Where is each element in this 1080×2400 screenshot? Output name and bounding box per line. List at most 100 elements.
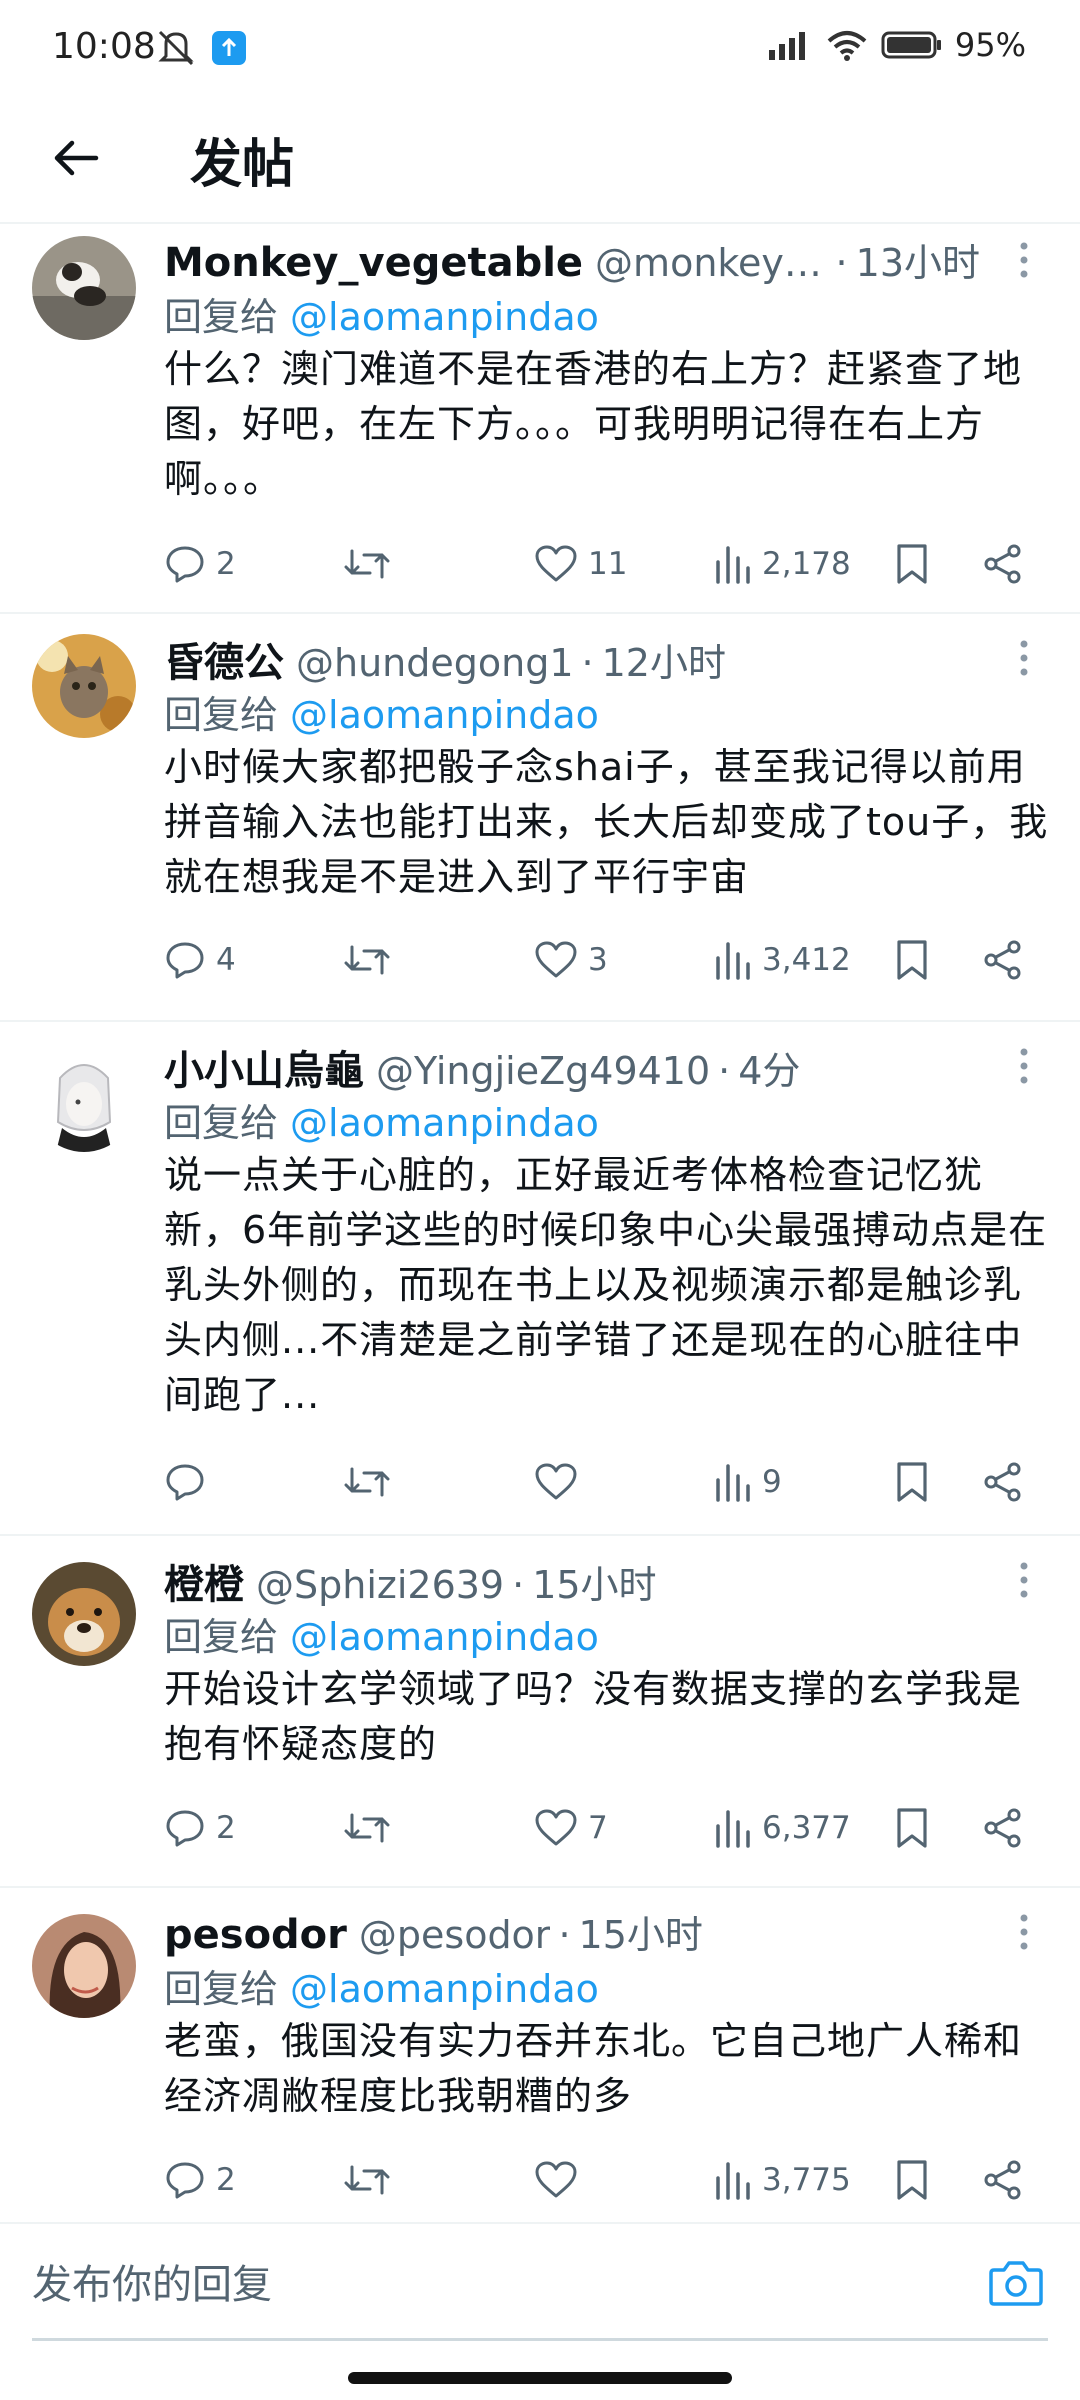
heart-icon: [535, 2161, 577, 2198]
input-underline: [32, 2338, 1048, 2341]
analytics-icon: [716, 2162, 750, 2200]
user-handle[interactable]: @hundegong1: [296, 641, 574, 685]
heart-icon: [535, 1809, 577, 1846]
analytics-icon: [716, 1810, 750, 1848]
avatar[interactable]: [32, 1562, 136, 1666]
like-button[interactable]: [534, 1452, 588, 1512]
post-time: 15小时: [532, 1563, 657, 1607]
reply-post[interactable]: Monkey_vegetable @monkey65... · 13小时 回复给…: [0, 224, 1080, 614]
reply-button[interactable]: 2: [164, 534, 236, 594]
reply-composer[interactable]: 发布你的回复: [0, 2222, 1080, 2342]
replying-to: 回复给 @laomanpindao: [164, 1606, 599, 1661]
reply-icon: [166, 1464, 204, 1501]
user-handle[interactable]: @pesodor: [359, 1913, 551, 1957]
reply-post[interactable]: pesodor @pesodor · 15小时 回复给 @laomanpindao…: [0, 1888, 1080, 2228]
views-button[interactable]: 3,775: [712, 2150, 851, 2210]
bookmark-icon: [897, 940, 927, 980]
bookmark-button[interactable]: [894, 534, 930, 594]
avatar[interactable]: [32, 1048, 136, 1152]
heart-icon: [535, 941, 577, 978]
reply-count: 4: [216, 942, 236, 978]
user-handle[interactable]: @monkey65...: [595, 241, 828, 285]
post-text: 什么？澳门难道不是在香港的右上方？赶紧查了地图，好吧，在左下方。。。可我明明记得…: [164, 347, 1023, 501]
reply-button[interactable]: 4: [164, 930, 236, 990]
wifi-icon: [827, 31, 867, 61]
reply-post[interactable]: 昏德公 @hundegong1 · 12小时 回复给 @laomanpindao …: [0, 614, 1080, 1022]
share-button[interactable]: [982, 930, 1024, 990]
post-actions: 9: [164, 1452, 1044, 1512]
more-options-button[interactable]: [1004, 1038, 1044, 1094]
more-options-button[interactable]: [1004, 232, 1044, 288]
post-text: 说一点关于心脏的，正好最近考体格检查记忆犹新，6年前学这些的时候印象中心尖最强搏…: [164, 1153, 1048, 1417]
avatar[interactable]: [32, 634, 136, 738]
like-count: 3: [588, 942, 608, 978]
bookmark-button[interactable]: [894, 930, 930, 990]
status-right-cluster: 95%: [767, 26, 1026, 64]
retweet-button[interactable]: [344, 930, 400, 990]
display-name[interactable]: 橙橙: [164, 1552, 244, 1608]
reply-post[interactable]: 橙橙 @Sphizi2639 · 15小时 回复给 @laomanpindao 开…: [0, 1536, 1080, 1888]
bookmark-icon: [897, 2160, 927, 2200]
retweet-button[interactable]: [344, 1798, 400, 1858]
like-button[interactable]: 3: [534, 930, 608, 990]
back-button[interactable]: [44, 126, 108, 190]
more-vertical-icon: [1020, 1914, 1028, 1950]
bookmark-button[interactable]: [894, 2150, 930, 2210]
display-name[interactable]: 小小山烏龜: [164, 1038, 364, 1094]
arrow-left-icon: [54, 140, 99, 176]
bookmark-button[interactable]: [894, 1798, 930, 1858]
views-button[interactable]: 2,178: [712, 534, 851, 594]
display-name[interactable]: 昏德公: [164, 630, 284, 686]
reply-post[interactable]: 小小山烏龜 @YingjieZg49410 · 4分 回复给 @laomanpin…: [0, 1022, 1080, 1536]
retweet-button[interactable]: [344, 1452, 400, 1512]
user-handle[interactable]: @Sphizi2639: [256, 1563, 504, 1607]
views-button[interactable]: 3,412: [712, 930, 851, 990]
bookmark-button[interactable]: [894, 1452, 930, 1512]
share-icon: [984, 1462, 1021, 1502]
avatar[interactable]: [32, 1914, 136, 2018]
camera-icon: [989, 2261, 1043, 2306]
avatar[interactable]: [32, 236, 136, 340]
more-options-button[interactable]: [1004, 630, 1044, 686]
reply-label: 回复给: [164, 1101, 279, 1145]
separator-dot: ·: [512, 1563, 525, 1607]
replying-to: 回复给 @laomanpindao: [164, 1958, 599, 2013]
camera-button[interactable]: [988, 2258, 1044, 2308]
retweet-button[interactable]: [344, 534, 400, 594]
share-button[interactable]: [982, 1452, 1024, 1512]
reply-mention-link[interactable]: @laomanpindao: [290, 693, 599, 737]
share-button[interactable]: [982, 2150, 1024, 2210]
reply-icon: [166, 942, 204, 979]
reply-button[interactable]: 2: [164, 1798, 236, 1858]
reply-label: 回复给: [164, 295, 279, 339]
views-button[interactable]: 9: [712, 1452, 782, 1512]
top-app-bar: 发帖: [0, 100, 1080, 224]
post-text: 老蛮，俄国没有实力吞并东北。它自己地广人稀和经济凋敝程度比我朝糟的多: [164, 2019, 1023, 2118]
reply-mention-link[interactable]: @laomanpindao: [290, 1615, 599, 1659]
reply-mention-link[interactable]: @laomanpindao: [290, 295, 599, 339]
more-options-button[interactable]: [1004, 1552, 1044, 1608]
user-handle[interactable]: @YingjieZg49410: [376, 1049, 710, 1093]
reply-button[interactable]: [164, 1452, 216, 1512]
display-name[interactable]: pesodor: [164, 1912, 347, 1958]
reply-mention-link[interactable]: @laomanpindao: [290, 1101, 599, 1145]
more-options-button[interactable]: [1004, 1904, 1044, 1960]
separator-dot: ·: [558, 1913, 571, 1957]
post-actions: 2 11 2,178: [164, 534, 1044, 594]
share-button[interactable]: [982, 1798, 1024, 1858]
reply-count: 2: [216, 2162, 236, 2198]
display-name[interactable]: Monkey_vegetable: [164, 240, 583, 286]
reply-count: 2: [216, 1810, 236, 1846]
status-bar: 10:08 95%: [0, 0, 1080, 100]
separator-dot: ·: [718, 1049, 731, 1093]
reply-input[interactable]: 发布你的回复: [32, 2252, 272, 2310]
views-button[interactable]: 6,377: [712, 1798, 851, 1858]
bookmark-icon: [897, 1462, 927, 1502]
reply-button[interactable]: 2: [164, 2150, 236, 2210]
retweet-button[interactable]: [344, 2150, 400, 2210]
reply-mention-link[interactable]: @laomanpindao: [290, 1967, 599, 2011]
like-button[interactable]: [534, 2150, 588, 2210]
like-button[interactable]: 11: [534, 534, 627, 594]
like-button[interactable]: 7: [534, 1798, 608, 1858]
share-button[interactable]: [982, 534, 1024, 594]
